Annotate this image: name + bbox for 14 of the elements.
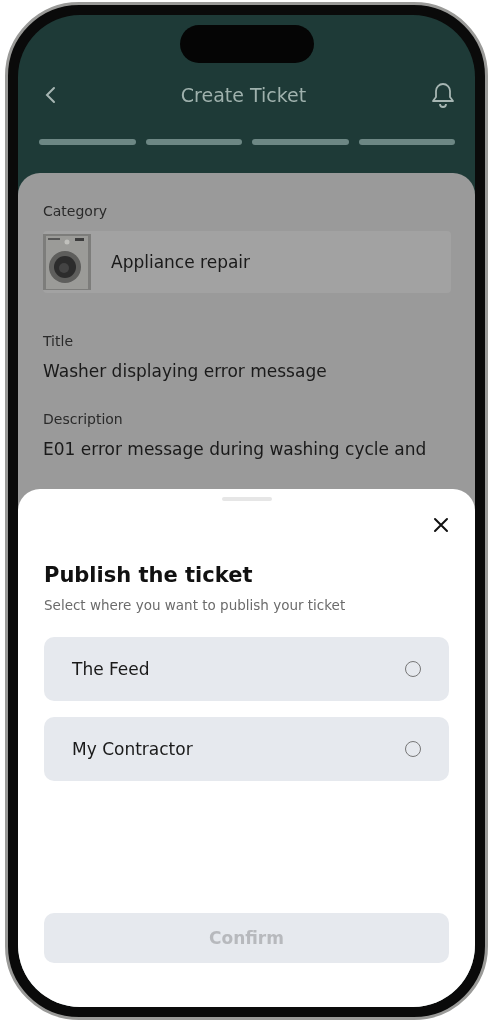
sheet-subtitle: Select where you want to publish your ticket — [44, 597, 347, 613]
back-icon[interactable] — [44, 86, 56, 104]
field-value: E01 error message during washing cycle and — [43, 439, 428, 459]
close-icon[interactable] — [433, 517, 449, 533]
field-label: Title — [43, 333, 74, 349]
category-selector[interactable]: Appliance repair — [43, 231, 451, 293]
field-label: Category — [43, 203, 108, 219]
publish-option[interactable]: My Contractor — [44, 717, 449, 781]
field-label: Description — [43, 411, 124, 427]
bell-icon[interactable] — [431, 82, 455, 108]
publish-option[interactable]: The Feed — [44, 637, 449, 701]
screen-title: Create Ticket — [180, 84, 307, 106]
field-value: Washer displaying error message — [43, 361, 328, 381]
sheet-title: Publish the ticket — [44, 563, 254, 587]
